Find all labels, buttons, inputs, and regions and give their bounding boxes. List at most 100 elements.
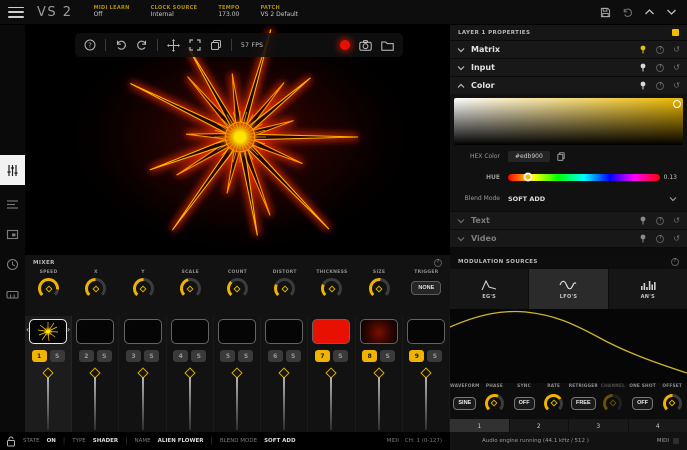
slot-3[interactable]: 3S [119,316,166,432]
saturation-brightness-picker[interactable] [454,98,683,145]
sidebar-item-mixer[interactable] [0,155,25,185]
hue-slider-handle[interactable] [523,173,532,182]
slot-1-solo-button[interactable]: S [50,350,65,362]
help-icon[interactable]: ? [434,259,442,267]
slot-3-solo-button[interactable]: S [144,350,159,362]
pin-icon[interactable] [639,81,647,90]
hue-slider[interactable] [508,174,660,181]
section-video[interactable]: Video ? ↺ [450,230,687,247]
picker-handle[interactable] [673,100,681,108]
redo-icon[interactable] [136,39,148,51]
y-knob[interactable] [133,278,154,299]
slot-7-thumbnail[interactable] [312,319,350,344]
slot-8-thumbnail[interactable] [360,319,398,344]
camera-snapshot-icon[interactable] [359,40,372,51]
pin-icon[interactable] [639,45,647,54]
lfo-page-1[interactable]: 1 [450,419,509,433]
chevron-down-icon[interactable] [457,218,465,224]
slot-2-solo-button[interactable]: S [97,350,112,362]
chevron-down-icon[interactable] [457,65,465,71]
slot-9-button[interactable]: 9 [409,350,424,362]
slot-4-button[interactable]: 4 [173,350,188,362]
slot-4[interactable]: 4S [167,316,214,432]
x-knob[interactable] [85,278,106,299]
help-icon[interactable]: ? [671,258,679,266]
slot-7[interactable]: 7S [308,316,355,432]
speed-knob[interactable] [38,278,59,299]
slot-4-thumbnail[interactable] [171,319,209,344]
slot-5-solo-button[interactable]: S [238,350,253,362]
render-viewport[interactable]: ? 57 FPS [25,25,450,255]
chevron-down-icon[interactable] [457,47,465,53]
lfo-page-3[interactable]: 3 [569,419,628,433]
channel-knob[interactable] [603,394,622,413]
help-icon[interactable]: ? [656,46,664,54]
slot-5-fader[interactable] [214,366,260,432]
menu-icon[interactable] [8,7,24,18]
slot-4-fader[interactable] [167,366,213,432]
waveform-select-button[interactable]: SINE [453,397,476,410]
slot-2-fader[interactable] [72,366,118,432]
slot-9-solo-button[interactable]: S [427,350,442,362]
thickness-knob[interactable] [321,278,342,299]
section-text[interactable]: Text ? ↺ [450,212,687,229]
slot-4-solo-button[interactable]: S [191,350,206,362]
hex-color-value[interactable]: #edb900 [508,151,550,162]
section-matrix[interactable]: Matrix ? ↺ [450,41,687,58]
slot-1-fader[interactable] [25,366,71,432]
lock-icon[interactable] [6,436,16,447]
count-knob[interactable] [227,278,248,299]
slot-1[interactable]: ‹ › 1 S [25,316,72,432]
slot-3-thumbnail[interactable] [124,319,162,344]
lfo-waveform-display[interactable] [450,309,687,383]
slot-2-button[interactable]: 2 [79,350,94,362]
slot-8-fader[interactable] [356,366,402,432]
blend-mode-value[interactable]: SOFT ADD [264,438,295,444]
rate-knob[interactable] [544,394,563,413]
slot-9-fader[interactable] [403,366,449,432]
tab-lfos[interactable]: LFO'S [529,269,607,309]
reset-icon[interactable]: ↺ [673,82,680,90]
help-icon[interactable]: ? [656,217,664,225]
slot-5-button[interactable]: 5 [220,350,235,362]
type-value[interactable]: SHADER [93,438,118,444]
sidebar-item-keyboard[interactable] [0,281,25,307]
chevron-down-icon[interactable] [669,196,677,202]
slot-7-fader[interactable] [308,366,354,432]
help-icon[interactable]: ? [656,235,664,243]
fullscreen-icon[interactable] [189,39,201,51]
pin-icon[interactable] [639,216,647,225]
reset-icon[interactable]: ↺ [673,46,680,54]
record-button[interactable] [340,40,350,50]
next-arrow-icon[interactable]: › [67,326,70,334]
midi-learn-field[interactable]: MIDI LEARN Off [94,5,130,19]
slot-8-solo-button[interactable]: S [380,350,395,362]
lfo-page-2[interactable]: 2 [510,419,569,433]
chevron-up-icon[interactable] [457,83,465,89]
sync-button[interactable]: OFF [514,397,535,410]
tab-ans[interactable]: AN'S [609,269,687,309]
reset-icon[interactable]: ↺ [673,64,680,72]
slot-7-solo-button[interactable]: S [333,350,348,362]
slot-6[interactable]: 6S [261,316,308,432]
name-value[interactable]: ALIEN FLOWER [158,438,204,444]
slot-8[interactable]: 8S [356,316,403,432]
state-value[interactable]: ON [47,438,56,444]
help-icon[interactable]: ? [84,39,96,51]
reset-icon[interactable]: ↺ [673,235,680,243]
section-input[interactable]: Input ? ↺ [450,59,687,76]
lfo-page-4[interactable]: 4 [629,419,687,433]
slot-6-solo-button[interactable]: S [286,350,301,362]
pan-move-icon[interactable] [167,39,180,52]
blend-mode-select[interactable]: SOFT ADD [508,195,545,203]
slot-6-thumbnail[interactable] [265,319,303,344]
tempo-field[interactable]: TEMPO 173.00 [218,5,239,19]
clock-source-field[interactable]: CLOCK SOURCE Internal [151,5,198,19]
one-shot-button[interactable]: OFF [632,397,653,410]
pin-icon[interactable] [639,234,647,243]
sidebar-item-clock[interactable] [0,251,25,277]
chevron-up-icon[interactable] [644,8,655,16]
scale-knob[interactable] [180,278,201,299]
help-icon[interactable]: ? [656,82,664,90]
slot-7-button[interactable]: 7 [315,350,330,362]
